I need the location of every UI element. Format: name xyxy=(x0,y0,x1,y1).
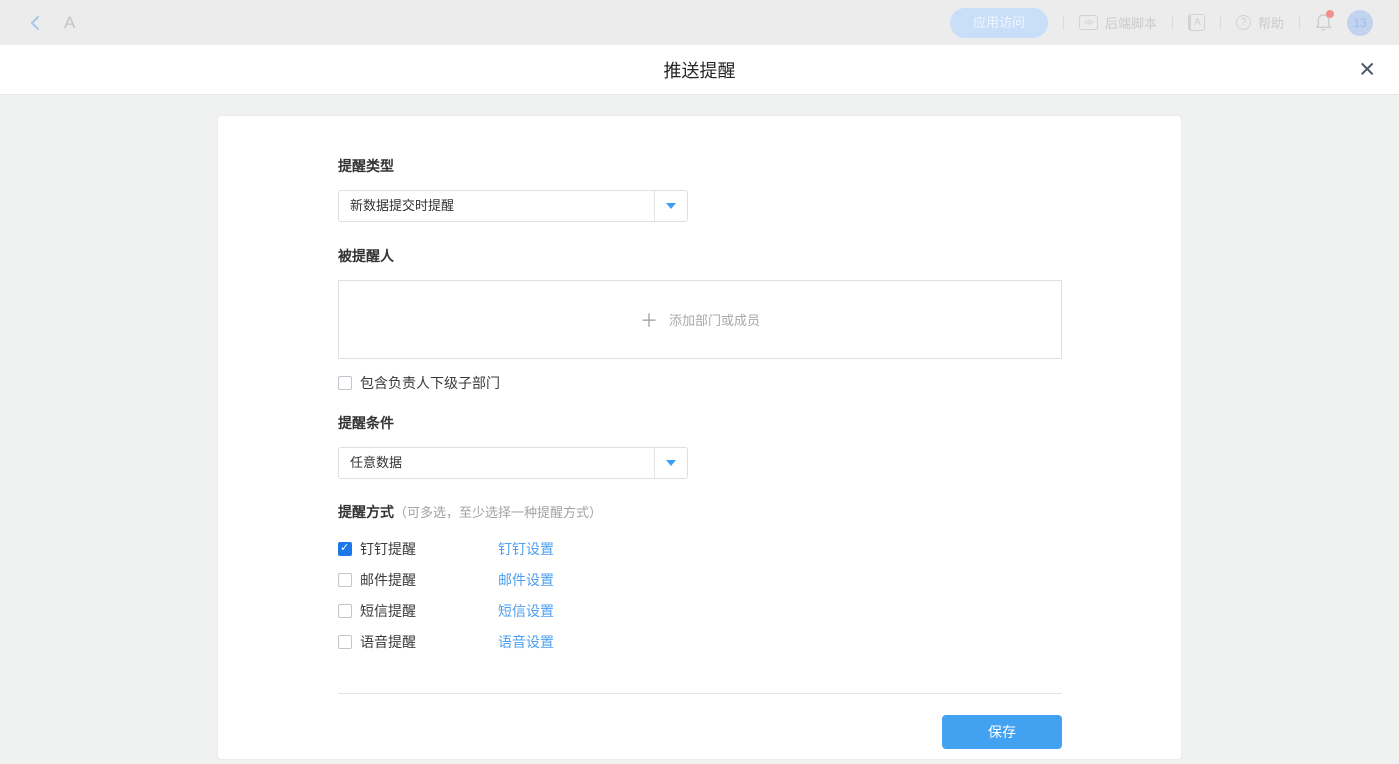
page-title: 推送提醒 xyxy=(664,57,736,83)
add-recipients-label: 添加部门或成员 xyxy=(669,310,760,329)
modal-header: 推送提醒 ✕ xyxy=(0,45,1399,95)
method-row-dingtalk: 钉钉提醒 钉钉设置 xyxy=(338,539,1062,559)
reminder-type-select[interactable]: 新数据提交时提醒 xyxy=(338,190,688,222)
help-button[interactable]: ? 帮助 xyxy=(1236,13,1284,32)
help-label: 帮助 xyxy=(1258,13,1284,32)
back-chevron-icon xyxy=(28,14,42,32)
recipients-label: 被提醒人 xyxy=(338,246,1062,266)
email-checkbox[interactable] xyxy=(338,573,352,587)
help-icon: ? xyxy=(1236,15,1251,30)
app-topbar: A 应用访问 </> 后端脚本 A ? 帮助 13 xyxy=(0,0,1399,45)
dingtalk-settings-link[interactable]: 钉钉设置 xyxy=(498,539,554,559)
include-subdept-checkbox[interactable] xyxy=(338,376,352,390)
app-title-badge: A xyxy=(64,13,75,33)
close-icon[interactable]: ✕ xyxy=(1358,59,1376,80)
voice-label: 语音提醒 xyxy=(360,632,416,652)
notifications-button[interactable] xyxy=(1315,13,1332,32)
method-option: 邮件提醒 xyxy=(338,570,498,590)
select-arrow-button[interactable] xyxy=(654,448,687,478)
email-label: 邮件提醒 xyxy=(360,570,416,590)
code-icon: </> xyxy=(1079,15,1098,30)
topbar-actions: 应用访问 </> 后端脚本 A ? 帮助 13 xyxy=(950,8,1373,38)
save-button[interactable]: 保存 xyxy=(942,715,1062,749)
backend-script-label: 后端脚本 xyxy=(1105,13,1157,32)
method-option: 语音提醒 xyxy=(338,632,498,652)
select-arrow-button[interactable] xyxy=(654,191,687,221)
dingtalk-label: 钉钉提醒 xyxy=(360,539,416,559)
sms-checkbox[interactable] xyxy=(338,604,352,618)
methods-hint: （可多选，至少选择一种提醒方式） xyxy=(394,502,602,521)
reminder-type-value: 新数据提交时提醒 xyxy=(339,191,654,221)
dingtalk-checkbox[interactable] xyxy=(338,542,352,556)
reminder-type-label: 提醒类型 xyxy=(338,156,1062,176)
methods-header: 提醒方式 （可多选，至少选择一种提醒方式） xyxy=(338,502,1062,522)
notification-dot xyxy=(1326,10,1334,18)
topbar-separator xyxy=(1220,16,1221,30)
methods-label: 提醒方式 xyxy=(338,502,394,522)
include-subdept-row: 包含负责人下级子部门 xyxy=(338,373,1062,393)
sms-label: 短信提醒 xyxy=(360,601,416,621)
method-row-email: 邮件提醒 邮件设置 xyxy=(338,570,1062,590)
address-book-icon: A xyxy=(1188,14,1205,31)
topbar-separator xyxy=(1299,16,1300,30)
condition-value: 任意数据 xyxy=(339,448,654,478)
sms-settings-link[interactable]: 短信设置 xyxy=(498,601,554,621)
back-button[interactable] xyxy=(28,14,42,32)
method-option: 短信提醒 xyxy=(338,601,498,621)
include-subdept-label: 包含负责人下级子部门 xyxy=(360,373,500,393)
footer-divider xyxy=(338,693,1062,694)
contacts-button[interactable]: A xyxy=(1188,14,1205,31)
modal-body: 提醒类型 新数据提交时提醒 被提醒人 ＋ 添加部门或成员 包含负责人下级子部门 … xyxy=(0,95,1399,764)
method-option: 钉钉提醒 xyxy=(338,539,498,559)
chevron-down-icon xyxy=(666,460,676,466)
email-settings-link[interactable]: 邮件设置 xyxy=(498,570,554,590)
footer-actions: 保存 xyxy=(338,715,1062,749)
add-recipients-button[interactable]: ＋ 添加部门或成员 xyxy=(338,280,1062,359)
voice-checkbox[interactable] xyxy=(338,635,352,649)
method-row-sms: 短信提醒 短信设置 xyxy=(338,601,1062,621)
voice-settings-link[interactable]: 语音设置 xyxy=(498,632,554,652)
backend-script-button[interactable]: </> 后端脚本 xyxy=(1079,13,1157,32)
method-row-voice: 语音提醒 语音设置 xyxy=(338,632,1062,652)
reminder-form-card: 提醒类型 新数据提交时提醒 被提醒人 ＋ 添加部门或成员 包含负责人下级子部门 … xyxy=(217,115,1182,760)
app-access-button[interactable]: 应用访问 xyxy=(950,8,1048,38)
plus-icon: ＋ xyxy=(640,307,658,333)
topbar-separator xyxy=(1063,16,1064,30)
chevron-down-icon xyxy=(666,203,676,209)
condition-label: 提醒条件 xyxy=(338,413,1062,433)
avatar[interactable]: 13 xyxy=(1347,10,1373,36)
topbar-separator xyxy=(1172,16,1173,30)
condition-select[interactable]: 任意数据 xyxy=(338,447,688,479)
